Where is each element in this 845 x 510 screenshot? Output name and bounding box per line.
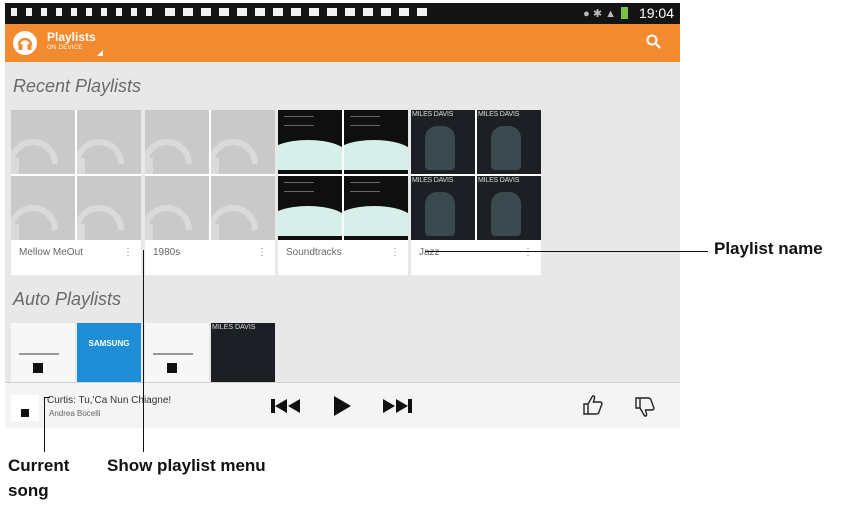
playlist-card[interactable]: Soundtracks ⋮	[278, 110, 408, 275]
notification-icon	[327, 8, 337, 16]
overflow-menu-icon[interactable]: ⋮	[257, 247, 267, 258]
notification-icon	[291, 8, 301, 16]
current-song-callout-line	[44, 397, 45, 452]
clock: 19:04	[638, 5, 674, 21]
notification-icon	[237, 8, 247, 16]
notification-icon	[255, 8, 265, 16]
notification-icon	[399, 8, 409, 16]
album-art	[278, 110, 342, 174]
album-art	[344, 110, 408, 174]
notification-icon	[381, 8, 391, 16]
playlist-name: Mellow MeOut	[19, 247, 83, 258]
playlist-art[interactable]	[11, 110, 141, 240]
notification-icon	[131, 8, 137, 16]
search-icon[interactable]	[646, 34, 662, 55]
playlist-art[interactable]: MILES DAVIS MILES DAVIS MILES DAVIS MILE…	[411, 110, 541, 240]
default-album-art	[77, 176, 141, 240]
notification-icon	[101, 8, 107, 16]
now-playing-artist: Andrea Bocelli	[49, 409, 101, 418]
album-art: MILES DAVIS	[477, 110, 541, 174]
auto-playlist-art[interactable]: MILES DAVIS	[145, 323, 275, 383]
page-subtitle: ON DEVICE	[47, 45, 83, 51]
playlist-name: 1980s	[153, 247, 181, 258]
show-playlist-menu-callout-line	[143, 250, 144, 452]
notification-icon	[309, 8, 319, 16]
playlist-card[interactable]: 1980s ⋮	[145, 110, 275, 275]
playlist-card[interactable]: Mellow MeOut ⋮	[11, 110, 141, 275]
default-album-art	[211, 176, 275, 240]
notification-icon	[183, 8, 193, 16]
now-playing-bar[interactable]: Curtis: Tu,'Ca Nun Chiagne! Andrea Bocel…	[5, 382, 680, 428]
playlist-art[interactable]	[145, 110, 275, 240]
album-art: MILES DAVIS	[477, 176, 541, 240]
album-art	[11, 323, 75, 383]
previous-track-icon[interactable]	[271, 397, 301, 420]
notification-icon	[11, 8, 17, 16]
notification-icon	[116, 8, 122, 16]
default-album-art	[211, 110, 275, 174]
now-playing-title[interactable]: Curtis: Tu,'Ca Nun Chiagne!	[47, 395, 171, 406]
album-art	[278, 176, 342, 240]
overflow-menu-icon[interactable]: ⋮	[523, 247, 533, 258]
default-album-art	[145, 176, 209, 240]
notification-icon	[41, 8, 47, 16]
dropdown-caret-icon[interactable]	[97, 50, 103, 56]
headphones-icon[interactable]	[13, 31, 37, 55]
playlist-name: Jazz	[419, 247, 440, 258]
notification-icon	[165, 8, 175, 16]
now-playing-album-art[interactable]	[11, 395, 39, 421]
show-playlist-menu-callout: Show playlist menu	[107, 456, 266, 475]
thumbs-up-icon[interactable]	[581, 393, 605, 422]
default-album-art	[11, 110, 75, 174]
battery-icon	[621, 7, 628, 19]
status-bar: ● ✱ ▲ 19:04	[5, 3, 680, 24]
notification-icon	[219, 8, 229, 16]
album-art: MILES DAVIS	[411, 110, 475, 174]
playlist-name-callout-line	[425, 251, 708, 252]
notification-icon	[417, 8, 427, 16]
overflow-menu-icon[interactable]: ⋮	[390, 247, 400, 258]
current-song-callout-line	[44, 397, 50, 398]
current-song-callout: song	[8, 481, 49, 500]
overflow-menu-icon[interactable]: ⋮	[123, 247, 133, 258]
playlist-name-callout: Playlist name	[714, 239, 823, 258]
next-track-icon[interactable]	[382, 397, 412, 420]
auto-playlists-heading: Auto Playlists	[13, 289, 122, 309]
default-album-art	[145, 110, 209, 174]
notification-icon	[146, 8, 152, 16]
notification-icon	[26, 8, 32, 16]
album-art: MILES DAVIS	[211, 323, 275, 383]
playlist-art[interactable]	[278, 110, 408, 240]
tablet-screen: ● ✱ ▲ 19:04 Playlists ON DEVICE Recent P…	[5, 3, 680, 428]
notification-icon	[363, 8, 373, 16]
default-album-art	[11, 176, 75, 240]
thumbs-down-icon[interactable]	[633, 395, 657, 424]
play-icon[interactable]	[332, 395, 352, 422]
album-art	[344, 176, 408, 240]
page-title[interactable]: Playlists	[47, 30, 96, 44]
signal-icon: ● ✱ ▲	[583, 8, 616, 20]
notification-icon	[86, 8, 92, 16]
action-bar: Playlists ON DEVICE	[5, 24, 680, 62]
default-album-art	[77, 110, 141, 174]
notification-icon	[71, 8, 77, 16]
recent-playlists-heading: Recent Playlists	[13, 76, 142, 96]
notification-icon	[345, 8, 355, 16]
current-song-callout: Current	[8, 456, 70, 475]
album-art: MILES DAVIS	[411, 176, 475, 240]
playlist-name: Soundtracks	[286, 247, 342, 258]
notification-icon	[273, 8, 283, 16]
album-art: SAMSUNG	[77, 323, 141, 383]
album-art	[145, 323, 209, 383]
notification-icon	[201, 8, 211, 16]
notification-icon	[56, 8, 62, 16]
auto-playlist-art[interactable]: SAMSUNG	[11, 323, 141, 383]
